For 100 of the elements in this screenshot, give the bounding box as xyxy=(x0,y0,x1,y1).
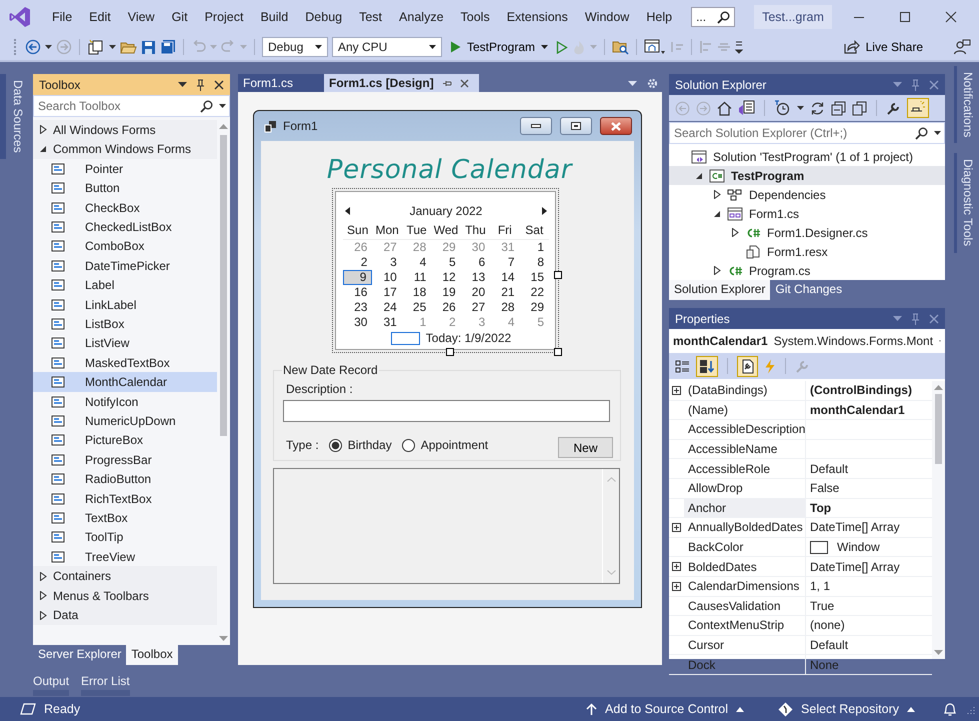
day-cell[interactable]: 10 xyxy=(372,270,402,285)
scroll-thumb[interactable] xyxy=(220,135,227,436)
search-field[interactable]: Search Toolbox xyxy=(38,99,197,113)
toolbox-item[interactable]: TextBox xyxy=(33,508,217,528)
property-name[interactable]: CausesValidation xyxy=(684,596,806,616)
toolbox-item[interactable]: LinkLabel xyxy=(33,294,217,314)
repository-button[interactable]: Select Repository xyxy=(772,700,921,718)
resize-handle[interactable] xyxy=(554,348,562,356)
next-month-icon[interactable] xyxy=(542,207,547,215)
property-value[interactable]: True xyxy=(806,596,932,616)
scrollbar[interactable] xyxy=(932,381,945,659)
expand-arrow-icon[interactable] xyxy=(39,572,47,581)
side-tab[interactable]: Diagnostic Tools xyxy=(954,153,979,253)
day-cell[interactable]: 22 xyxy=(520,285,549,300)
menu-item[interactable]: File xyxy=(44,10,82,24)
expand-icon[interactable] xyxy=(672,562,681,572)
property-value[interactable]: DateTime[] Array xyxy=(806,557,932,576)
alphabetical-button[interactable] xyxy=(696,356,718,376)
property-name[interactable]: (Name) xyxy=(684,400,806,420)
close-button[interactable] xyxy=(600,117,632,135)
caret-icon[interactable] xyxy=(45,45,52,49)
toolbox-item[interactable]: CheckBox xyxy=(33,198,217,218)
search-box[interactable]: Search Solution Explorer (Ctrl+;) xyxy=(669,122,945,144)
collapse-all-icon[interactable] xyxy=(831,100,846,116)
feedback-person-icon[interactable] xyxy=(953,39,971,55)
start-button[interactable]: TestProgram xyxy=(446,38,552,56)
toolbox-item[interactable]: ListView xyxy=(33,334,217,354)
toolbox-item[interactable]: Pointer xyxy=(33,159,217,179)
property-value[interactable]: Window xyxy=(806,538,932,556)
property-name[interactable]: AccessibleDescription xyxy=(684,420,806,439)
expand-arrow-icon[interactable] xyxy=(39,610,47,620)
maximize-icon[interactable] xyxy=(899,11,911,23)
day-cell[interactable]: 29 xyxy=(520,300,549,315)
day-cell[interactable]: 27 xyxy=(460,300,490,315)
expand-arrow-icon[interactable] xyxy=(39,125,47,134)
day-cell[interactable]: 13 xyxy=(460,270,490,285)
day-cell[interactable]: 19 xyxy=(431,285,461,300)
expand-arrow-icon[interactable] xyxy=(713,190,721,199)
day-cell[interactable]: 8 xyxy=(520,255,549,270)
toolbox-item[interactable]: RadioButton xyxy=(33,469,217,489)
day-cell[interactable]: 25 xyxy=(402,300,432,315)
property-name[interactable]: ContextMenuStrip xyxy=(684,616,806,635)
copy-icon[interactable] xyxy=(852,100,867,116)
toolbox-item[interactable]: MaskedTextBox xyxy=(33,353,217,372)
day-cell[interactable]: 20 xyxy=(460,285,490,300)
document-tab[interactable]: Form1.cs xyxy=(238,74,324,92)
panel-tab[interactable]: Server Explorer xyxy=(33,645,126,665)
toolbox-item[interactable]: NumericUpDown xyxy=(33,411,217,431)
property-value[interactable]: (none) xyxy=(806,616,932,635)
toolbox-item[interactable]: Button xyxy=(33,178,217,198)
day-cell[interactable]: 14 xyxy=(490,270,520,285)
form-window[interactable] xyxy=(253,110,642,608)
day-cell[interactable]: 2 xyxy=(343,255,372,270)
home-icon[interactable] xyxy=(717,100,732,116)
expand-icon[interactable] xyxy=(672,522,681,532)
menu-item[interactable]: Edit xyxy=(81,10,120,24)
scroll-down-icon[interactable] xyxy=(219,636,228,641)
toolbox-group[interactable]: All Windows Forms xyxy=(33,120,217,140)
property-name[interactable]: Cursor xyxy=(684,636,806,654)
property-value[interactable]: DateTime[] Array xyxy=(806,518,932,537)
expand-icon[interactable] xyxy=(672,386,681,395)
scroll-up-icon[interactable] xyxy=(219,124,228,129)
search-field[interactable]: Search Solution Explorer (Ctrl+;) xyxy=(674,126,912,140)
toolbox-group[interactable]: Containers xyxy=(33,566,217,586)
day-cell[interactable]: 16 xyxy=(343,285,372,300)
toolbox-item[interactable]: DateTimePicker xyxy=(33,256,217,276)
bell-icon[interactable] xyxy=(943,702,957,716)
property-value[interactable]: Default xyxy=(806,459,932,478)
side-tab[interactable]: Notifications xyxy=(954,66,979,144)
scroll-thumb[interactable] xyxy=(935,394,942,464)
day-cell[interactable]: 12 xyxy=(431,270,461,285)
refresh-icon[interactable] xyxy=(810,100,825,116)
panel-tab[interactable]: Git Changes xyxy=(770,280,848,300)
menu-item[interactable]: Git xyxy=(164,10,197,24)
expand-arrow-icon[interactable] xyxy=(731,228,739,237)
properties-view-button[interactable] xyxy=(737,356,758,376)
menu-item[interactable]: Test xyxy=(351,10,392,24)
expand-arrow-icon[interactable] xyxy=(39,591,47,600)
day-cell[interactable]: 3 xyxy=(372,255,402,270)
day-cell[interactable]: 31 xyxy=(372,315,402,330)
day-cell[interactable]: 11 xyxy=(402,270,432,285)
search-field[interactable]: ... xyxy=(691,7,736,27)
day-cell[interactable]: 6 xyxy=(460,255,490,270)
switch-views-icon[interactable] xyxy=(738,100,755,116)
save-all-icon[interactable] xyxy=(160,39,176,55)
tree-item[interactable]: Dependencies xyxy=(669,185,945,204)
tree-item[interactable]: Form1.Designer.cs xyxy=(669,223,945,242)
expand-arrow-icon[interactable] xyxy=(713,266,721,275)
new-project-icon[interactable] xyxy=(87,39,105,55)
day-cell[interactable]: 5 xyxy=(431,255,461,270)
radio-button[interactable]: Birthday xyxy=(328,438,392,452)
property-value[interactable]: 1, 1 xyxy=(806,576,932,596)
property-name[interactable]: AnnuallyBoldedDates xyxy=(684,518,806,537)
today-link[interactable]: Today: 1/9/2022 xyxy=(426,331,512,345)
expand-icon[interactable] xyxy=(672,582,681,591)
maximize-button[interactable] xyxy=(560,117,592,135)
resize-grip-icon[interactable] xyxy=(965,704,975,714)
search-box[interactable]: Search Toolbox xyxy=(33,95,230,117)
resize-handle[interactable] xyxy=(446,348,454,356)
toolbox-item[interactable]: CheckedListBox xyxy=(33,217,217,237)
